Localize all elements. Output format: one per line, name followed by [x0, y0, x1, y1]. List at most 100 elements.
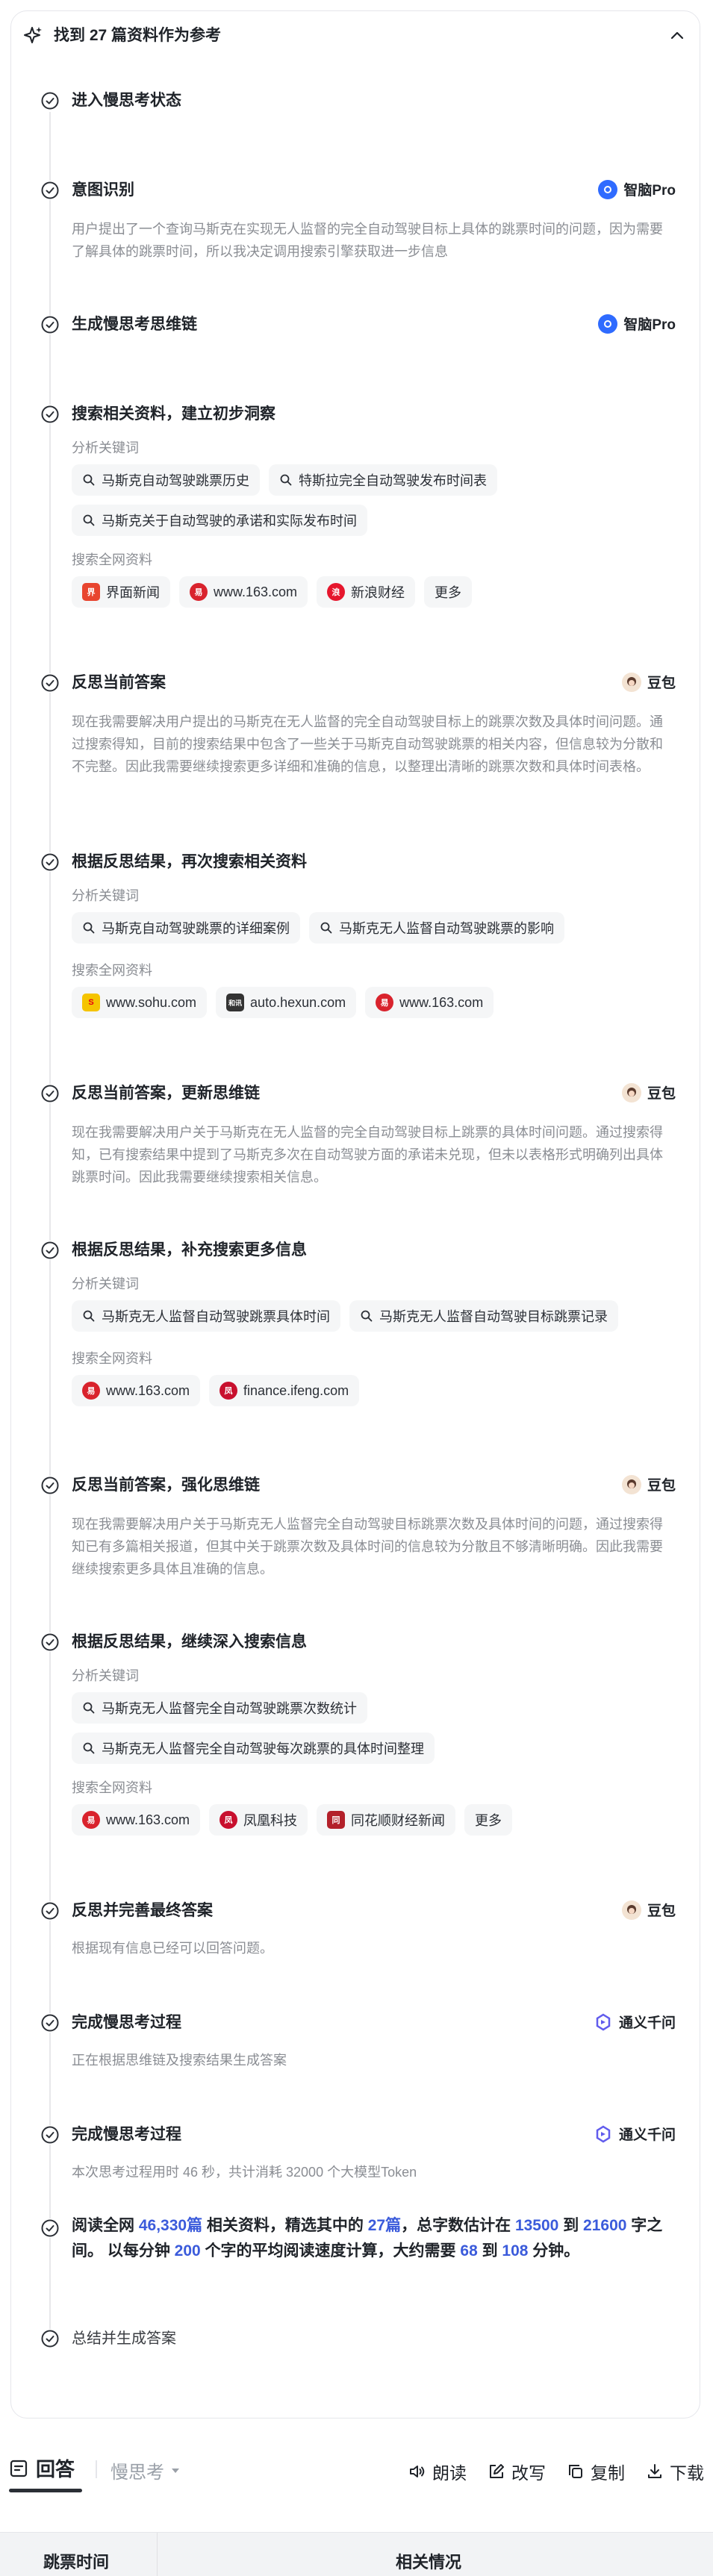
keyword-chips: 马斯克无人监督自动驾驶跳票具体时间 马斯克无人监督自动驾驶目标跳票记录: [72, 1300, 618, 1332]
copy-button[interactable]: 复制: [567, 2459, 625, 2484]
keyword-chips: 马斯克自动驾驶跳票历史 特斯拉完全自动驾驶发布时间表: [72, 464, 497, 496]
source-chip[interactable]: 易 www.163.com: [72, 1375, 201, 1406]
keyword-chip[interactable]: 马斯克无人监督自动驾驶跳票具体时间: [72, 1300, 340, 1332]
search-icon: [83, 922, 95, 934]
keyword-chip[interactable]: 特斯拉完全自动驾驶发布时间表: [269, 464, 497, 496]
source-chip[interactable]: 界界面新闻: [72, 576, 170, 608]
summary-text: 分钟。: [528, 2242, 580, 2260]
keyword-chip[interactable]: 马斯克无人监督完全自动驾驶跳票次数统计: [72, 1692, 367, 1724]
more-sources-button[interactable]: 更多: [424, 576, 473, 608]
source-chip[interactable]: 和讯 auto.hexun.com: [216, 987, 357, 1018]
model-name: 通义千问: [618, 2127, 676, 2143]
source-chips: Swww.sohu.com 和讯 auto.hexun.com 易 www.163.…: [72, 987, 494, 1018]
summary-text: 到: [558, 2217, 584, 2234]
check-circle-icon: [40, 405, 60, 424]
keyword-text: 特斯拉完全自动驾驶发布时间表: [299, 473, 487, 488]
check-circle-icon: [40, 1901, 60, 1921]
zhipu-icon: [598, 179, 618, 199]
check-circle-icon: [40, 2218, 60, 2238]
step-title: 反思当前答案，更新思维链: [72, 1085, 260, 1102]
keywords-label: 分析关键词: [72, 888, 139, 903]
keyword-chip[interactable]: 马斯克无人监督自动驾驶目标跳票记录: [349, 1300, 618, 1332]
source-chip[interactable]: 易 www.163.com: [179, 576, 308, 608]
keyword-chip[interactable]: 马斯克无人监督完全自动驾驶每次跳票的具体时间整理: [72, 1733, 435, 1764]
keywords-label: 分析关键词: [72, 1668, 139, 1683]
keyword-text: 马斯克无人监督完全自动驾驶跳票次数统计: [102, 1701, 357, 1716]
zhipu-icon: [598, 314, 618, 334]
step-desc: 现在我需要解决用户提出的马斯克在无人监督的完全自动驾驶目标上的跳票次数及具体时间…: [72, 714, 663, 774]
source-chip[interactable]: 同同花顺财经新闻: [317, 1804, 456, 1836]
keyword-text: 马斯克无人监督自动驾驶跳票的影响: [339, 921, 554, 936]
document-icon: [10, 2460, 28, 2477]
source-text: 界面新闻: [106, 585, 160, 600]
source-text: www.163.com: [106, 1812, 190, 1827]
step-desc: 根据现有信息已经可以回答问题。: [72, 1941, 273, 1956]
check-circle-icon: [40, 673, 60, 693]
tongyi-icon: [594, 2124, 613, 2144]
search-icon: [361, 1310, 373, 1322]
source-text: 同花顺财经新闻: [351, 1813, 446, 1828]
model-name: 豆包: [647, 676, 676, 691]
ifeng-icon: 凤: [219, 1811, 238, 1829]
read-aloud-button[interactable]: 朗读: [408, 2459, 467, 2484]
keyword-chip[interactable]: 马斯克关于自动驾驶的承诺和实际发布时间: [72, 505, 367, 536]
keyword-chip[interactable]: 马斯克自动驾驶跳票的详细案例: [72, 912, 300, 944]
source-text: www.163.com: [214, 584, 298, 599]
edit-icon: [490, 2464, 504, 2478]
keywords-label: 分析关键词: [72, 1276, 139, 1291]
source-text: auto.hexun.com: [250, 994, 346, 1010]
keyword-chip[interactable]: 马斯克无人监督自动驾驶跳票的影响: [309, 912, 564, 944]
summary-number: 21600: [583, 2217, 627, 2234]
check-circle-icon: [40, 1084, 60, 1103]
model-name: 豆包: [647, 1903, 676, 1919]
step-desc: 正在根据思维链及搜索结果生成答案: [72, 2053, 287, 2068]
step-desc: 现在我需要解决用户关于马斯克在无人监督的完全自动驾驶目标上跳票的具体时间问题。通…: [72, 1125, 663, 1185]
tab-slow-thinking[interactable]: 慢思考: [110, 2457, 181, 2483]
chevron-up-icon[interactable]: [668, 27, 686, 45]
source-chip[interactable]: 凤 finance.ifeng.com: [209, 1375, 360, 1406]
sohu-icon: S: [82, 994, 100, 1011]
source-chip[interactable]: 易 www.163.com: [365, 987, 494, 1018]
download-label: 下载: [670, 2463, 704, 2483]
rewrite-button[interactable]: 改写: [488, 2459, 546, 2484]
sparkle-icon: [24, 27, 42, 43]
source-chip[interactable]: 浪新浪财经: [317, 576, 416, 608]
step-title: 完成慢思考过程: [72, 2014, 181, 2031]
summary-text: 到: [477, 2242, 502, 2260]
keyword-chip[interactable]: 马斯克自动驾驶跳票历史: [72, 464, 260, 496]
search-icon: [83, 514, 95, 526]
download-icon: [648, 2464, 661, 2478]
sources-label: 搜索全网资料: [72, 1780, 152, 1795]
source-chip[interactable]: 易 www.163.com: [72, 1804, 201, 1836]
model-name: 智脑Pro: [623, 183, 676, 199]
model-badge-doubao: 豆包: [621, 672, 676, 692]
summary-text: 相关资料，精选其中的: [202, 2217, 368, 2234]
source-text: www.sohu.com: [106, 994, 197, 1010]
speaker-icon: [410, 2466, 425, 2477]
source-text: www.163.com: [106, 1382, 190, 1398]
step-desc: 现在我需要解决用户关于马斯克无人监督完全自动驾驶目标跳票次数及具体时间的问题，通…: [72, 1517, 663, 1577]
source-chips: 易 www.163.com 凤凤凰科技 同同花顺财经新闻 更多: [72, 1804, 513, 1836]
keyword-text: 马斯克无人监督自动驾驶目标跳票记录: [379, 1309, 608, 1324]
tab-answer[interactable]: 回答: [9, 2454, 75, 2482]
source-text: 凤凰科技: [243, 1813, 298, 1828]
model-name: 通义千问: [618, 2015, 676, 2031]
read-aloud-label: 朗读: [432, 2463, 467, 2483]
summary-number: 200: [174, 2242, 201, 2260]
search-icon: [83, 1702, 95, 1714]
column-header: 相关情况: [396, 2553, 462, 2572]
column-header: 跳票时间: [43, 2553, 110, 2572]
step-title: 反思并完善最终答案: [72, 1902, 213, 1919]
doubao-icon: [621, 1474, 641, 1494]
source-chips: 界界面新闻 易 www.163.com 浪新浪财经 更多: [72, 576, 473, 608]
model-name: 豆包: [647, 1478, 676, 1494]
step-title: 根据反思结果，补充搜索更多信息: [72, 1241, 307, 1259]
source-chip[interactable]: 凤凤凰科技: [209, 1804, 308, 1836]
step-title: 反思当前答案，强化思维链: [72, 1476, 260, 1494]
more-text: 更多: [435, 585, 462, 600]
source-chip[interactable]: Swww.sohu.com: [72, 987, 208, 1018]
source-chips: 易 www.163.com 凤 finance.ifeng.com: [72, 1375, 360, 1406]
download-button[interactable]: 下载: [646, 2459, 704, 2484]
step-title: 完成慢思考过程: [72, 2126, 181, 2143]
more-sources-button[interactable]: 更多: [464, 1804, 513, 1836]
